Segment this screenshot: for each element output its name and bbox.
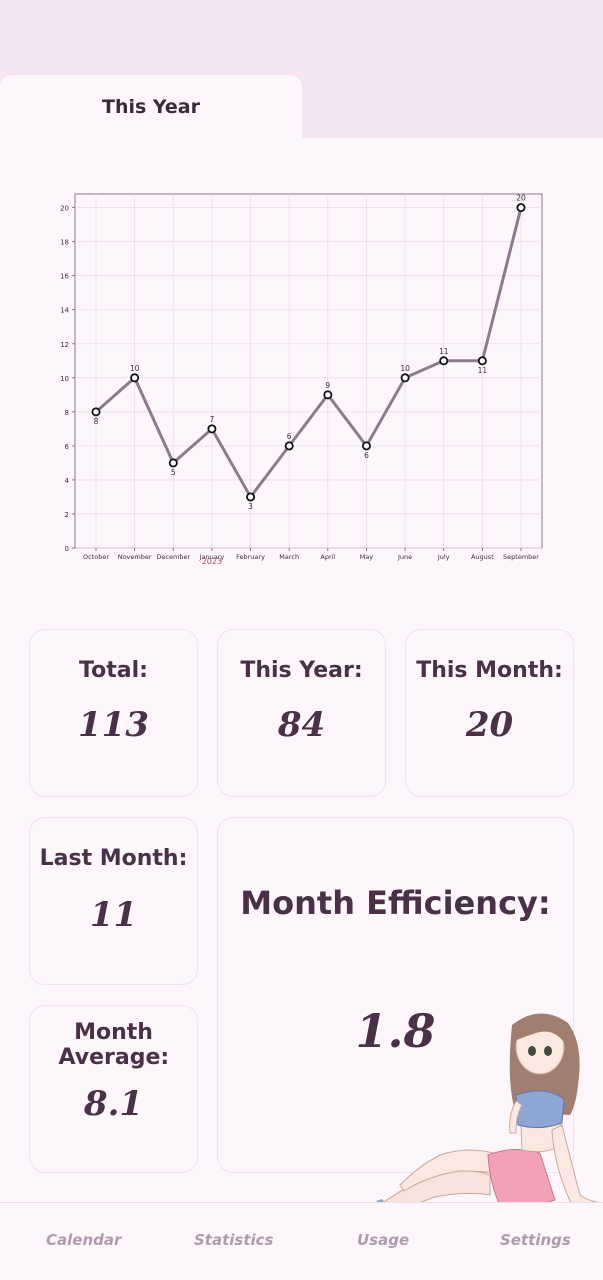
last-month-label: Last Month: [39, 846, 188, 871]
nav-statistics[interactable]: Statistics [194, 1231, 273, 1249]
chart-xtick-label: June [397, 553, 412, 561]
this-month-value: 20 [465, 705, 514, 745]
chart-xtick-label: December [156, 553, 190, 561]
chart-xtick-label: May [360, 553, 374, 561]
chart-ytick-label: 8 [65, 409, 69, 417]
chart-xtick-label: March [279, 553, 299, 561]
chart-ytick-label: 6 [65, 443, 70, 451]
chart-point [361, 441, 371, 451]
chart-xtick-label: September [503, 553, 539, 561]
chart-point [477, 356, 487, 366]
chart-data-label: 3 [248, 502, 253, 511]
month-efficiency-label: Month Efficiency: [240, 884, 551, 922]
tab-label: This Year [101, 95, 200, 118]
chart-ytick-label: 0 [65, 545, 69, 553]
chart-xtick-label: February [236, 553, 265, 561]
chart-ytick-label: 18 [60, 239, 69, 247]
chart-point [439, 356, 449, 366]
nav-calendar[interactable]: Calendar [46, 1231, 121, 1249]
last-month-value: 11 [89, 895, 138, 935]
chart-point [130, 373, 140, 383]
chart-point [400, 373, 410, 383]
chart-xtick-label: August [471, 553, 494, 561]
tab-this-year[interactable]: This Year [0, 75, 302, 138]
chart-data-label: 10 [130, 364, 140, 373]
total-label: Total: [79, 658, 148, 683]
total-card: Total: 113 [29, 629, 198, 797]
chart-xtick-label: July [437, 553, 450, 561]
chart-point [168, 458, 178, 468]
chart-xtick-label: November [118, 553, 152, 561]
chart-data-label: 5 [171, 468, 176, 477]
total-value: 113 [78, 705, 149, 745]
month-average-card: Month Average: 8.1 [29, 1005, 198, 1173]
chart-ytick-label: 20 [60, 205, 69, 213]
chart-ytick-label: 16 [60, 273, 69, 281]
chart-ytick-label: 10 [60, 375, 69, 383]
bottom-nav: Calendar Statistics Usage Settings [0, 1202, 603, 1280]
chart-ytick-label: 4 [65, 477, 70, 485]
chart-xtick-label: April [320, 553, 335, 561]
last-month-card: Last Month: 11 [29, 817, 198, 985]
nav-settings[interactable]: Settings [500, 1231, 571, 1249]
chart-point [284, 441, 294, 451]
chart-data-label: 20 [516, 194, 526, 203]
chart-plot-area [74, 193, 543, 549]
chart-ytick-label: 14 [60, 307, 69, 315]
this-year-card: This Year: 84 [217, 629, 386, 797]
chart-point [91, 407, 101, 417]
nav-usage[interactable]: Usage [357, 1231, 409, 1249]
month-average-value: 8.1 [83, 1084, 144, 1124]
chart-point [323, 390, 333, 400]
line-chart: 0 2 4 6 8 10 12 14 16 18 20 October November December… [0, 180, 603, 580]
chart-data-label: 10 [400, 364, 410, 373]
chart-data-label: 9 [325, 381, 330, 390]
month-average-label: Month Average: [58, 1020, 170, 1070]
this-month-card: This Month: 20 [405, 629, 574, 797]
chart-point [207, 424, 217, 434]
chart-point [516, 203, 526, 213]
this-month-label: This Month: [416, 658, 563, 683]
chart-data-label: 11 [478, 366, 488, 375]
chart-data-label: 11 [439, 347, 449, 356]
this-year-label: This Year: [240, 658, 363, 683]
chart-data-label: 6 [364, 451, 369, 460]
chart-data-label: 7 [210, 415, 215, 424]
chart-xtick-label: October [83, 553, 109, 561]
chart-data-label: 8 [94, 417, 99, 426]
chart-ytick-label: 2 [65, 511, 69, 519]
chart-year-label: 2023 [202, 557, 222, 566]
chart-data-label: 6 [287, 432, 292, 441]
chart-svg: 0 2 4 6 8 10 12 14 16 18 20 October November December… [60, 193, 543, 566]
chart-ytick-label: 12 [60, 341, 69, 349]
this-year-value: 84 [277, 705, 326, 745]
chart-point [246, 492, 256, 502]
